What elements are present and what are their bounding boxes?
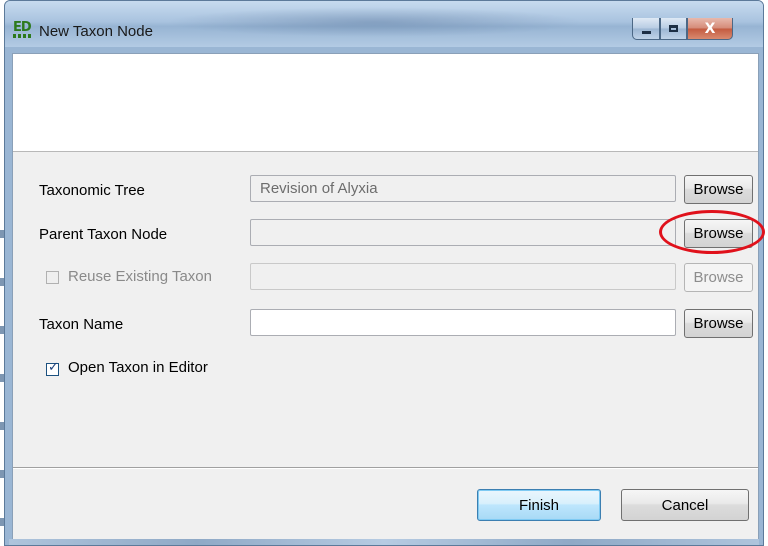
title-glow bbox=[165, 7, 585, 37]
cancel-button[interactable]: Cancel bbox=[621, 489, 749, 521]
app-icon-letters: ED bbox=[13, 20, 32, 35]
checkmark-icon: ✓ bbox=[48, 360, 59, 375]
reuse-existing-taxon-checkbox[interactable] bbox=[46, 271, 59, 284]
new-taxon-node-window: ED New Taxon Node X Taxonomic Tree Revis… bbox=[4, 0, 764, 546]
taxon-name-label: Taxon Name bbox=[39, 316, 124, 333]
window-bottom-edge bbox=[9, 539, 759, 545]
minimize-icon bbox=[641, 31, 651, 34]
maximize-icon bbox=[669, 25, 678, 32]
reuse-existing-taxon-label: Reuse Existing Taxon bbox=[68, 268, 212, 285]
maximize-button[interactable] bbox=[660, 18, 687, 40]
app-icon[interactable]: ED bbox=[13, 21, 33, 39]
open-taxon-in-editor-checkbox[interactable]: ✓ bbox=[46, 360, 59, 376]
footer-separator bbox=[13, 467, 758, 469]
taxonomic-tree-browse-button[interactable]: Browse bbox=[684, 175, 753, 204]
parent-taxon-node-field bbox=[250, 219, 676, 246]
reuse-existing-taxon-browse-button[interactable]: Browse bbox=[684, 263, 753, 292]
parent-taxon-browse-button[interactable]: Browse bbox=[684, 219, 753, 248]
minimize-button[interactable] bbox=[632, 18, 660, 40]
dialog-client-area: Taxonomic Tree Revision of Alyxia Browse… bbox=[12, 53, 759, 545]
window-title: New Taxon Node bbox=[39, 23, 153, 40]
reuse-existing-taxon-field bbox=[250, 263, 676, 290]
taxon-name-input[interactable] bbox=[250, 309, 676, 336]
taxonomic-tree-field: Revision of Alyxia bbox=[250, 175, 676, 202]
taxon-name-browse-button[interactable]: Browse bbox=[684, 309, 753, 338]
taxonomic-tree-label: Taxonomic Tree bbox=[39, 182, 145, 199]
finish-button[interactable]: Finish bbox=[477, 489, 601, 521]
open-taxon-in-editor-label: Open Taxon in Editor bbox=[68, 359, 208, 376]
close-icon: X bbox=[704, 20, 716, 37]
dialog-header-area bbox=[13, 54, 758, 152]
parent-taxon-node-label: Parent Taxon Node bbox=[39, 226, 168, 243]
close-button[interactable]: X bbox=[687, 18, 733, 40]
title-bar[interactable]: ED New Taxon Node X bbox=[5, 1, 763, 47]
